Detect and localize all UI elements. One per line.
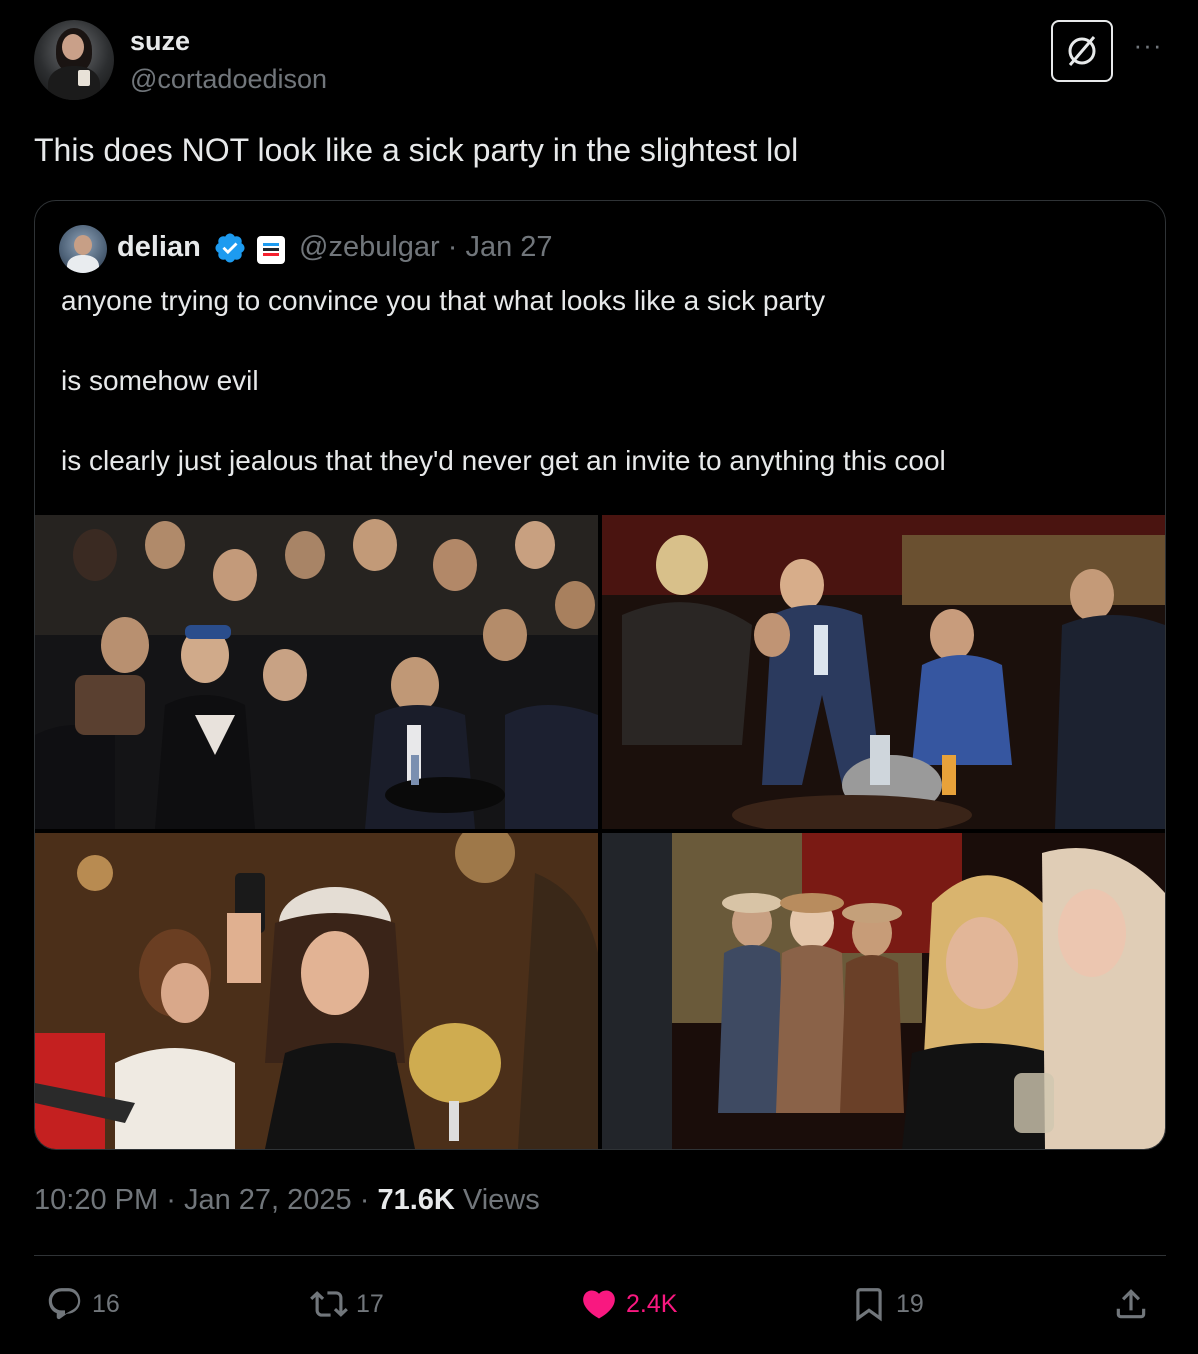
divider bbox=[34, 1255, 1166, 1256]
tweet-timestamp: 10:20 PM · Jan 27, 2025 · 71.6K Views bbox=[34, 1184, 540, 1217]
author-handle[interactable]: @cortadoedison bbox=[130, 64, 327, 95]
quoted-author-avatar[interactable] bbox=[59, 225, 107, 273]
views-count: 71.6K bbox=[377, 1184, 455, 1216]
bookmark-count: 19 bbox=[896, 1289, 924, 1318]
views-label: Views bbox=[462, 1184, 540, 1216]
quoted-text-line: is somehow evil bbox=[61, 365, 259, 396]
share-button[interactable] bbox=[1112, 1284, 1158, 1324]
photo-party-lounge[interactable] bbox=[602, 515, 1165, 829]
photo-party-cutouts[interactable] bbox=[602, 833, 1165, 1149]
like-button[interactable]: 2.4K bbox=[580, 1284, 677, 1324]
reply-count: 16 bbox=[92, 1289, 120, 1318]
share-icon bbox=[1116, 1289, 1146, 1319]
photo-party-crowd[interactable] bbox=[35, 515, 598, 829]
verified-badge-icon bbox=[215, 233, 245, 263]
tweet-date[interactable]: Jan 27, 2025 bbox=[184, 1184, 352, 1216]
separator: · bbox=[166, 1184, 176, 1216]
reply-button[interactable]: 16 bbox=[46, 1284, 120, 1324]
quoted-text-line: anyone trying to convince you that what … bbox=[61, 285, 826, 316]
repost-icon bbox=[310, 1291, 348, 1317]
grok-icon bbox=[1068, 36, 1096, 66]
separator: · bbox=[359, 1184, 370, 1216]
repost-button[interactable]: 17 bbox=[310, 1284, 384, 1324]
more-icon[interactable]: ··· bbox=[1130, 30, 1166, 60]
repost-count: 17 bbox=[356, 1289, 384, 1318]
quoted-text-line: is clearly just jealous that they'd neve… bbox=[61, 445, 946, 476]
tweet-text: This does NOT look like a sick party in … bbox=[34, 132, 799, 168]
like-icon bbox=[583, 1290, 615, 1319]
bookmark-icon bbox=[856, 1288, 882, 1322]
media-grid bbox=[35, 515, 1165, 1149]
quoted-handle-date: @zebulgar · Jan 27 bbox=[299, 231, 553, 263]
grok-button[interactable] bbox=[1051, 20, 1113, 82]
bookmark-button[interactable]: 19 bbox=[850, 1284, 924, 1324]
quoted-tweet[interactable]: delian @zebulgar · Jan 27 anyone trying … bbox=[34, 200, 1166, 1150]
tweet-time[interactable]: 10:20 PM bbox=[34, 1184, 158, 1216]
reply-icon bbox=[48, 1288, 81, 1320]
quoted-author-name[interactable]: delian bbox=[117, 231, 201, 264]
author-name[interactable]: suze bbox=[130, 26, 190, 57]
tweet-header: suze @cortadoedison ··· bbox=[34, 20, 1164, 102]
photo-party-selfie[interactable] bbox=[35, 833, 598, 1149]
author-avatar[interactable] bbox=[34, 20, 114, 100]
affiliate-badge-icon bbox=[257, 236, 285, 264]
like-count: 2.4K bbox=[626, 1289, 678, 1318]
